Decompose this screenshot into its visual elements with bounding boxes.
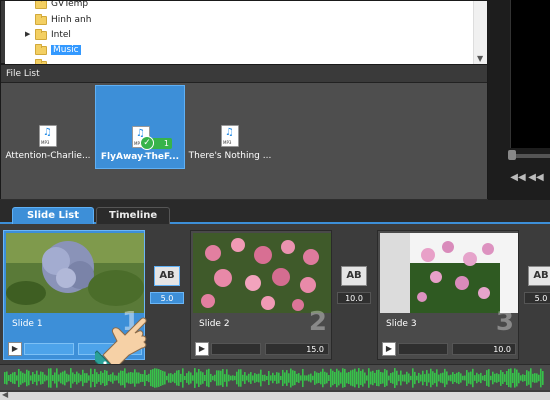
folder-icon [35,28,47,40]
rewind-icon[interactable]: ◀◀ [510,172,526,186]
slides-strip: Slide 1 1 ▶ 10.0 AB 5.0 [0,226,550,373]
seek-thumb[interactable] [508,150,516,160]
mp3-file-icon: ♫ MP3 [221,125,239,147]
app-window: GVTemp Hinh anh ▶ Intel Music ▼ File Lis… [0,0,550,400]
transition-duration[interactable]: 10.0 [337,292,371,304]
tree-scrollbar[interactable]: ▼ [473,1,487,65]
slide-footer: ▶ 10.0 [380,341,518,357]
checkmark-icon: ✓ [140,136,154,150]
transition-block[interactable]: AB 5.0 [150,266,184,306]
transition-block[interactable]: AB 5.0 [524,266,550,306]
transition-ab-icon[interactable]: AB [341,266,367,286]
tree-item-label: Intel [51,30,71,40]
file-name: FlyAway-TheF... [100,152,180,162]
play-icon[interactable]: ▶ [195,342,209,356]
expand-arrow-icon[interactable]: ▶ [25,30,30,38]
file-name: Attention-Charlie... [5,151,91,161]
step-back-icon[interactable]: ◀◀ [528,172,544,186]
slide-thumbnail [6,233,144,313]
used-badge: ✓ 1 [140,136,172,150]
slide-number: 3 [495,307,514,337]
slide-label: Slide 1 [12,319,43,329]
slide-card[interactable]: Slide 2 2 ▶ 15.0 [190,230,332,360]
transition-duration[interactable]: 5.0 [150,292,184,304]
transition-ab-icon[interactable]: AB [154,266,180,286]
play-icon[interactable]: ▶ [8,342,22,356]
transition-ab-icon[interactable]: AB [528,266,550,286]
tree-item-label: Hinh anh [51,15,92,25]
slide-label: Slide 2 [199,319,230,329]
file-item-selected[interactable]: ♫ MP3 ✓ 1 FlyAway-TheF... [95,85,185,169]
slide-footer: ▶ 15.0 [193,341,331,357]
file-item[interactable]: ♫ MP3 There's Nothing ... [185,85,275,169]
slide-effect-bar[interactable] [398,343,448,355]
horizontal-scrollbar[interactable]: ◀ [0,390,550,400]
slide-thumbnail [380,233,518,313]
slide-thumbnail [193,233,331,313]
scroll-down-icon[interactable]: ▼ [477,54,483,63]
folder-icon [35,13,47,25]
slide-card[interactable]: Slide 3 3 ▶ 10.0 [377,230,519,360]
file-list-header: File List [1,65,487,83]
transition-block[interactable]: AB 10.0 [337,266,371,306]
tree-item-label: GVTemp [51,1,89,9]
play-icon[interactable]: ▶ [382,342,396,356]
slide-effect-bar[interactable] [211,343,261,355]
folder-icon [35,43,47,55]
tree-item-gvtemp[interactable]: GVTemp [35,1,88,11]
preview-screen [510,0,550,148]
mp3-file-icon: ♫ MP3 [39,125,57,147]
tree-item-hinh-anh[interactable]: Hinh anh [35,13,91,27]
file-list-panel: File List ♫ MP3 Attention-Charlie... ♫ MP3… [0,64,488,199]
file-list-area: ♫ MP3 Attention-Charlie... ♫ MP3 ✓ 1 FlyAw… [1,83,487,199]
preview-panel: ◀◀ ◀◀ [488,0,550,200]
tabs-bar: Slide List Timeline [0,200,550,224]
transition-duration[interactable]: 5.0 [524,292,550,304]
slide-duration[interactable]: 10.0 [452,343,516,355]
tree-item-intel[interactable]: ▶ Intel [25,28,71,42]
folder-panel: GVTemp Hinh anh ▶ Intel Music ▼ [0,0,488,65]
folder-tree: GVTemp Hinh anh ▶ Intel Music [5,1,473,65]
scroll-left-icon[interactable]: ◀ [2,390,8,399]
preview-seek-bar[interactable] [510,154,550,158]
slide-area: Slide List Timeline Slide 1 1 ▶ AB 5.0 S… [0,200,550,400]
tab-slide-list[interactable]: Slide List [12,207,94,224]
slide-effect-bar[interactable] [24,343,74,355]
file-item[interactable]: ♫ MP3 Attention-Charlie... [3,85,93,169]
slide-label: Slide 3 [386,319,417,329]
audio-track[interactable] [0,364,550,390]
folder-icon [35,1,47,9]
file-name: There's Nothing ... [188,151,272,161]
audio-waveform [4,368,544,388]
slide-duration[interactable]: 15.0 [265,343,329,355]
tab-timeline[interactable]: Timeline [96,207,170,224]
tree-item-label: Music [51,45,81,55]
tree-item-music[interactable]: Music [35,43,81,57]
slide-number: 2 [308,307,327,337]
hand-pointer-icon [95,317,147,373]
